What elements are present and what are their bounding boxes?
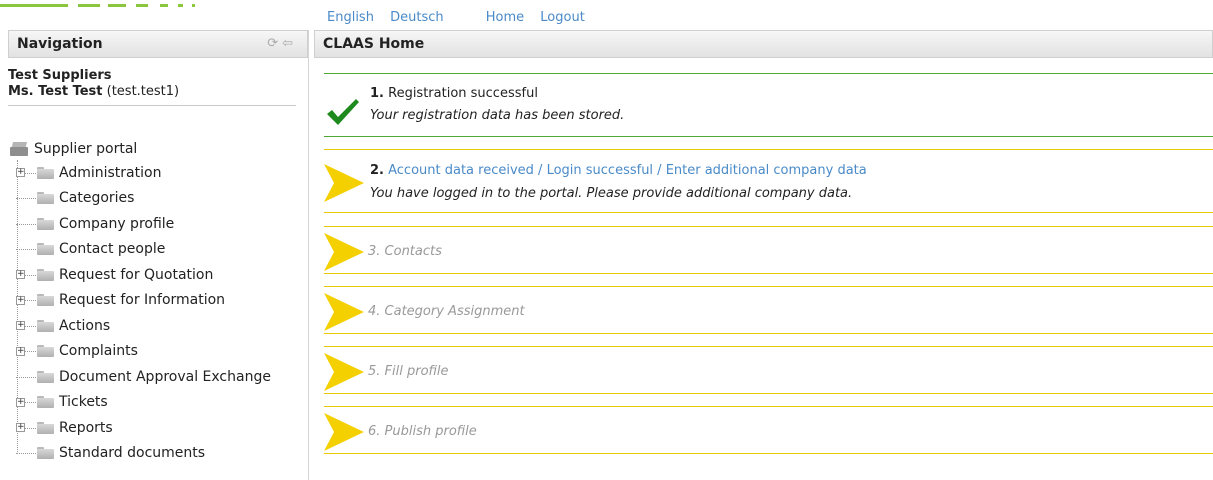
tree-item-request-for-quotation[interactable]: + Request for Quotation xyxy=(10,262,271,288)
tree-item-standard-documents[interactable]: Standard documents xyxy=(10,441,271,467)
folder-icon xyxy=(37,319,54,332)
tree-root-label: Supplier portal xyxy=(34,141,138,157)
step-title: 6. Publish profile xyxy=(368,424,477,439)
expand-icon[interactable]: + xyxy=(16,321,25,331)
expand-icon[interactable]: + xyxy=(16,168,25,178)
step-title: 5. Fill profile xyxy=(368,364,449,379)
step-account-data: 2. Account data received / Login success… xyxy=(324,149,1213,213)
expand-icon[interactable]: + xyxy=(16,270,25,280)
logout-link[interactable]: Logout xyxy=(540,10,585,25)
main-header: CLAAS Home xyxy=(314,30,1213,58)
step-category-assignment: 4. Category Assignment xyxy=(324,286,1213,334)
page-title: CLAAS Home xyxy=(323,36,425,52)
step-title: 3. Contacts xyxy=(368,244,442,259)
arrow-right-icon xyxy=(324,233,364,271)
company-name: Test Suppliers xyxy=(8,68,112,83)
tree-item-request-for-information[interactable]: + Request for Information xyxy=(10,288,271,314)
tree-item-label: Administration xyxy=(59,164,162,181)
tree-item-label: Request for Quotation xyxy=(59,266,214,283)
folder-icon xyxy=(37,370,54,383)
navigation-tree: Supplier portal + Administration Categor… xyxy=(10,138,271,466)
user-login: (test.test1) xyxy=(106,84,180,99)
tree-item-label: Actions xyxy=(59,317,111,334)
user-line: Ms. Test Test (test.test1) xyxy=(8,83,296,100)
tree-item-label: Reports xyxy=(59,419,113,436)
collapse-panel-icon[interactable]: ⇦ xyxy=(282,36,297,51)
arrow-right-icon xyxy=(324,164,364,202)
arrow-right-icon xyxy=(324,293,364,331)
navigation-header: Navigation ⟳⇦ xyxy=(8,30,308,58)
expand-icon[interactable]: + xyxy=(16,423,25,433)
navigation-panel: Navigation ⟳⇦ Test Suppliers Ms. Test Te… xyxy=(8,30,309,480)
step-description: Your registration data has been stored. xyxy=(370,108,625,123)
tree-item-document-approval-exchange[interactable]: Document Approval Exchange xyxy=(10,364,271,390)
step-description: You have logged in to the portal. Please… xyxy=(370,186,853,201)
tree-item-label: Company profile xyxy=(59,215,175,232)
folder-icon xyxy=(37,217,54,230)
folder-icon xyxy=(37,192,54,205)
step-publish-profile: 6. Publish profile xyxy=(324,406,1213,454)
arrow-right-icon xyxy=(324,413,364,451)
folder-icon xyxy=(37,294,54,307)
tree-item-label: Categories xyxy=(59,190,135,207)
expand-icon[interactable]: + xyxy=(16,295,25,305)
language-english-link[interactable]: English xyxy=(327,10,374,25)
arrow-right-icon xyxy=(324,353,364,391)
step-registration: 1. Registration successful Your registra… xyxy=(324,73,1213,137)
tree-item-contact-people[interactable]: Contact people xyxy=(10,237,271,263)
tree-item-tickets[interactable]: + Tickets xyxy=(10,390,271,416)
tree-item-label: Contact people xyxy=(59,241,166,258)
tree-root-supplier-portal[interactable]: Supplier portal xyxy=(10,138,271,160)
tree-item-actions[interactable]: + Actions xyxy=(10,313,271,339)
main-panel: CLAAS Home xyxy=(314,30,1213,58)
navigation-title: Navigation xyxy=(17,36,103,52)
tree-item-label: Document Approval Exchange xyxy=(59,368,271,385)
top-links: English Deutsch Home Logout xyxy=(327,10,597,26)
tree-item-reports[interactable]: + Reports xyxy=(10,415,271,441)
tree-item-label: Standard documents xyxy=(59,445,206,462)
expand-icon[interactable]: + xyxy=(16,397,25,407)
step-title-link[interactable]: 2. Account data received / Login success… xyxy=(370,163,867,178)
folder-icon xyxy=(37,396,54,409)
tree-item-label: Request for Information xyxy=(59,292,226,309)
user-name: Ms. Test Test xyxy=(8,84,103,99)
portal-icon xyxy=(10,142,30,156)
refresh-icon[interactable]: ⟳ xyxy=(267,36,282,51)
step-title: 4. Category Assignment xyxy=(368,304,525,319)
folder-icon xyxy=(37,268,54,281)
step-title: 1. Registration successful xyxy=(370,86,538,101)
folder-icon xyxy=(37,166,54,179)
tree-item-label: Complaints xyxy=(59,343,138,360)
step-fill-profile: 5. Fill profile xyxy=(324,346,1213,394)
folder-icon xyxy=(37,421,54,434)
user-info: Test Suppliers Ms. Test Test (test.test1… xyxy=(8,58,296,106)
tree-item-complaints[interactable]: + Complaints xyxy=(10,339,271,365)
home-link[interactable]: Home xyxy=(486,10,524,25)
checkmark-icon xyxy=(327,99,359,125)
expand-icon[interactable]: + xyxy=(16,346,25,356)
step-contacts: 3. Contacts xyxy=(324,226,1213,274)
folder-icon xyxy=(37,345,54,358)
language-deutsch-link[interactable]: Deutsch xyxy=(390,10,444,25)
folder-icon xyxy=(37,447,54,460)
logo-strip xyxy=(0,0,200,8)
tree-item-categories[interactable]: Categories xyxy=(10,186,271,212)
tree-item-company-profile[interactable]: Company profile xyxy=(10,211,271,237)
folder-icon xyxy=(37,243,54,256)
tree-item-label: Tickets xyxy=(59,394,108,411)
tree-item-administration[interactable]: + Administration xyxy=(10,160,271,186)
